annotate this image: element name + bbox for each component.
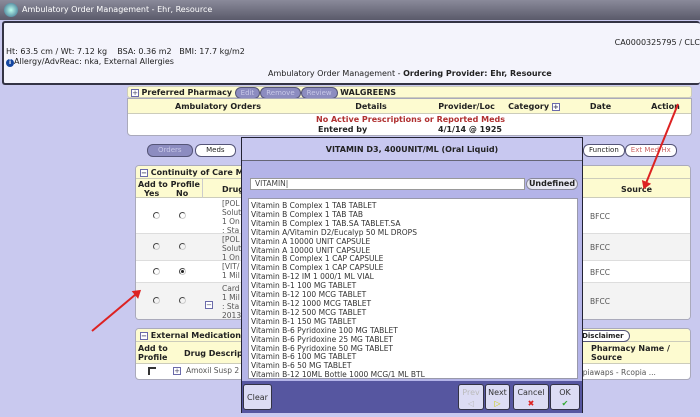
patient-header: CA0000325795 / CLC Ht: 63.5 cm / Wt: 7.1… [2,21,700,85]
next-button[interactable]: Next ▷ [485,384,510,410]
source: BFCC [590,212,610,221]
expand-icon[interactable]: + [173,367,181,375]
orders-table: Ambulatory Orders Details Provider/Loc C… [127,98,692,136]
pharmacy-name: WALGREENS [340,88,397,97]
tab-orders[interactable]: Orders [147,144,193,157]
disclaimer-button[interactable]: Disclaimer [576,330,630,342]
x-icon: ✖ [527,399,535,408]
clear-button[interactable]: Clear [243,384,272,410]
radio-no[interactable] [179,268,186,275]
patient-id: CA0000325795 / CLC [614,38,700,47]
collapse-icon[interactable]: − [140,332,148,340]
title-bar: Ambulatory Order Management - Ehr, Resou… [0,0,700,20]
drug-text: 1 On [222,217,240,226]
collapse-icon[interactable]: − [140,169,148,177]
collapse-icon[interactable]: − [205,301,213,309]
ordering-provider: Ordering Provider: Ehr, Resource [403,69,552,78]
radio-no[interactable] [179,212,186,219]
col-pharmacy: Pharmacy Name / Source [591,344,670,362]
continuity-title: Continuity of Care M [150,168,244,177]
app-icon [4,3,18,17]
results-list[interactable]: Vitamin B Complex 1 TAB TABLET Vitamin B … [248,198,578,379]
radio-no[interactable] [179,243,186,250]
radio-yes[interactable] [153,297,160,304]
drug-text: [POL [222,235,240,244]
ok-button[interactable]: OK ✔ [550,384,580,410]
source: BFCC [590,243,610,252]
col-provider[interactable]: Provider/Loc [434,102,499,111]
expand-icon[interactable]: + [131,89,139,97]
drug-text: 1 Mil [222,293,240,302]
source: BFCC [590,268,610,277]
undefined-button[interactable]: Undefined [526,178,578,190]
left-arrow-icon: ◁ [467,399,475,408]
prev-button[interactable]: Prev ◁ [458,384,484,410]
medication-search-dialog: VITAMIN D3, 400UNIT/ML (Oral Liquid) VIT… [241,137,583,413]
tab-meds[interactable]: Meds [195,144,236,157]
red-arrow-annotation [91,290,141,332]
external-drug: Amoxil Susp 2 [186,366,240,375]
col-details[interactable]: Details [308,102,434,111]
dialog-footer: Clear Prev ◁ Next ▷ Cancel ✖ OK ✔ [242,381,582,413]
ok-label: OK [559,388,571,397]
source: BFCC [590,297,610,306]
col-drug-description: Drug Descrip [184,349,243,358]
col-no: No [176,189,189,198]
entered-by-value: 4/1/14 @ 1925 [438,125,502,134]
vitals: Ht: 63.5 cm / Wt: 7.12 kg BSA: 0.36 m2 B… [6,47,245,56]
tab-function[interactable]: Function [583,144,625,157]
allergy-link[interactable]: Allergy/AdvReac: nka, External Allergies [14,57,174,66]
drug-text: 1 Mil [222,271,240,280]
col-add-to-profile: Add to Profile [138,344,168,362]
external-title: External Medication [150,331,241,340]
prev-label: Prev [462,388,480,397]
col-yes: Yes [144,189,160,198]
drug-text: 2013 [222,311,242,320]
next-label: Next [488,388,507,397]
external-pharmacy: copiawaps - Rcopia ... [574,368,656,377]
search-input[interactable]: VITAMIN| [250,178,525,190]
tab-ext-med-hx[interactable]: Ext Med Hx [624,144,677,157]
check-icon: ✔ [561,399,569,408]
dialog-title: VITAMIN D3, 400UNIT/ML (Oral Liquid) [242,138,582,161]
pharmacy-label: Preferred Pharmacy [141,88,233,97]
radio-yes[interactable] [153,243,160,250]
radio-yes[interactable] [153,212,160,219]
entered-by-label: Entered by [318,125,368,134]
drug-text: [POL [222,199,240,208]
info-icon[interactable]: i [6,59,14,67]
list-item[interactable]: Vitamin B-12 10ML Bottle 1000 MCG/1 ML B… [251,370,575,380]
drug-text: [VIT/ [222,262,240,271]
col-action[interactable]: Action [628,102,691,111]
drug-text: Solut [222,244,242,253]
drug-text: Solut [222,208,242,217]
preferred-pharmacy-bar: + Preferred Pharmacy Edit Remove Review WA… [127,86,692,99]
drug-text: Card [222,284,240,293]
right-arrow-icon: ▷ [494,399,501,408]
cancel-label: Cancel [517,388,545,397]
empty-message: No Active Prescriptions or Reported Meds [316,115,505,124]
add-checkbox[interactable] [148,367,156,375]
col-add-to-profile: Add to Profile [138,180,200,189]
cancel-button[interactable]: Cancel ✖ [513,384,549,410]
col-ambulatory-orders[interactable]: Ambulatory Orders [128,102,308,111]
drug-text: : Sta [222,302,240,311]
radio-yes[interactable] [153,268,160,275]
col-category[interactable]: Category [508,102,549,111]
col-date[interactable]: Date [573,102,628,111]
context-title: Ambulatory Order Management - [268,69,404,78]
window-title: Ambulatory Order Management - Ehr, Resou… [22,5,213,14]
radio-no[interactable] [179,297,186,304]
add-category-icon[interactable]: + [551,103,560,111]
